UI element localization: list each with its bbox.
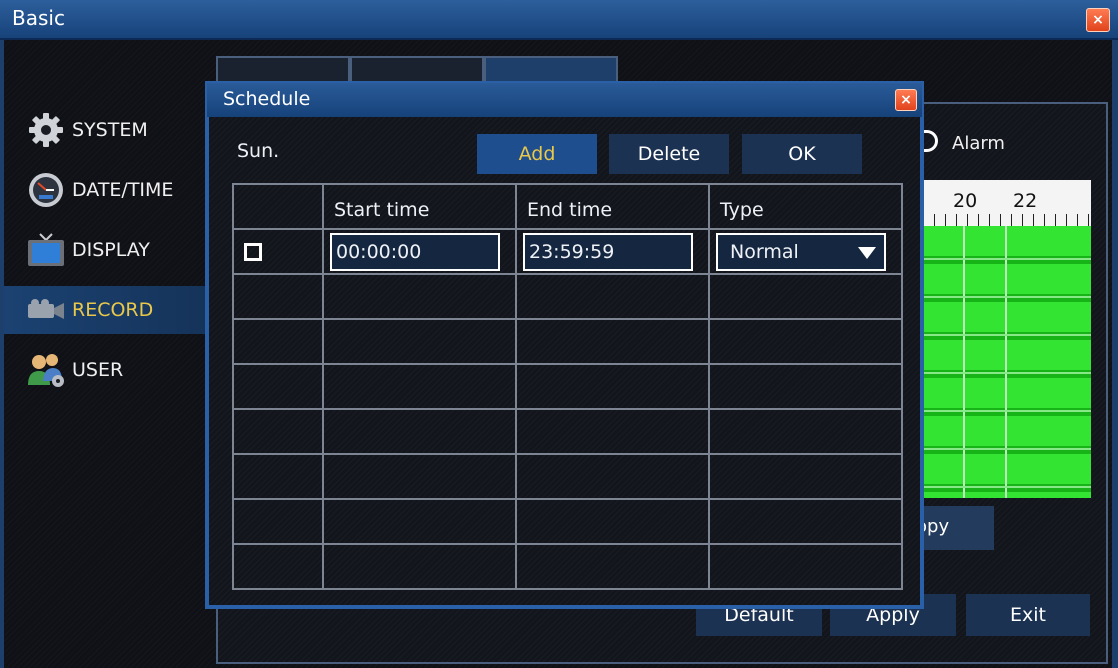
sidebar-item-display[interactable]: DISPLAY — [4, 220, 208, 280]
sidebar-item-label: RECORD — [72, 299, 154, 321]
exit-button[interactable]: Exit — [966, 594, 1090, 636]
table-cell — [515, 543, 710, 590]
chevron-down-icon — [858, 246, 876, 259]
dialog-title: Schedule — [223, 88, 311, 110]
window-close-button[interactable]: × — [1086, 8, 1110, 32]
clock-icon — [24, 170, 68, 210]
table-header: Type — [708, 183, 903, 230]
timeline-tick-label: 22 — [1013, 190, 1038, 212]
table-row — [232, 273, 903, 320]
sidebar-item-label: DATE/TIME — [72, 179, 174, 201]
table-header: Start time — [322, 183, 517, 230]
table-cell — [232, 318, 324, 365]
ok-button[interactable]: OK — [742, 134, 862, 174]
monitor-icon — [24, 230, 68, 270]
table-row — [232, 543, 903, 590]
table-cell — [232, 408, 324, 455]
table-header: End time — [515, 183, 710, 230]
type-select-value: Normal — [730, 240, 799, 263]
table-row — [232, 363, 903, 410]
timeline-tick-label: 20 — [953, 190, 978, 212]
table-cell — [232, 363, 324, 410]
gear-icon — [24, 110, 68, 150]
schedule-table: Start time End time Type 00:00:00 23:59:… — [232, 183, 903, 590]
type-select[interactable]: Normal — [716, 232, 886, 271]
window-frame-right — [1112, 40, 1118, 668]
table-cell — [515, 408, 710, 455]
table-cell — [322, 498, 517, 545]
camera-icon — [24, 290, 68, 330]
table-cell — [708, 363, 903, 410]
table-cell — [515, 453, 710, 500]
dialog-close-button[interactable]: × — [895, 89, 917, 111]
timeline-ruler: 20 22 — [923, 180, 1091, 226]
table-row — [232, 318, 903, 365]
table-cell — [322, 453, 517, 500]
sidebar-item-user[interactable]: USER — [4, 340, 208, 400]
row-checkbox[interactable] — [244, 243, 262, 261]
add-button[interactable]: Add — [477, 134, 597, 174]
sidebar-item-record[interactable]: RECORD — [4, 286, 208, 334]
table-cell — [322, 543, 517, 590]
table-cell — [708, 498, 903, 545]
table-cell: 00:00:00 — [322, 228, 517, 275]
start-time-field[interactable]: 00:00:00 — [330, 232, 500, 271]
schedule-timeline[interactable]: 20 22 — [923, 180, 1091, 498]
table-cell — [232, 228, 324, 275]
table-row — [232, 408, 903, 455]
table-cell — [322, 408, 517, 455]
dialog-titlebar: Schedule × — [207, 83, 922, 117]
table-cell — [232, 498, 324, 545]
table-cell — [515, 273, 710, 320]
users-icon — [24, 350, 68, 390]
table-cell: 23:59:59 — [515, 228, 710, 275]
timeline-ticks — [923, 214, 1091, 226]
sidebar-menu: SYSTEM DATE/TIME DISPLAY RECORD USER — [4, 100, 208, 400]
table-row: 00:00:00 23:59:59 Normal — [232, 228, 903, 275]
sidebar-item-label: USER — [72, 359, 124, 381]
table-cell — [322, 363, 517, 410]
table-cell — [515, 318, 710, 365]
table-cell — [708, 453, 903, 500]
table-cell — [515, 498, 710, 545]
table-cell — [708, 543, 903, 590]
timeline-grid[interactable] — [923, 226, 1091, 498]
table-header-row: Start time End time Type — [232, 183, 903, 230]
window-titlebar: Basic × — [0, 0, 1118, 40]
day-label: Sun. — [237, 140, 280, 162]
table-cell: Normal — [708, 228, 903, 275]
table-cell — [232, 273, 324, 320]
sidebar-item-label: DISPLAY — [72, 239, 150, 261]
table-cell — [515, 363, 710, 410]
table-cell — [232, 543, 324, 590]
table-cell — [708, 318, 903, 365]
copy-button[interactable]: opy — [914, 506, 994, 550]
alarm-label: Alarm — [952, 133, 1005, 154]
end-time-field[interactable]: 23:59:59 — [523, 232, 693, 271]
table-cell — [322, 273, 517, 320]
table-cell — [708, 273, 903, 320]
table-row — [232, 453, 903, 500]
table-header — [232, 183, 324, 230]
table-cell — [322, 318, 517, 365]
sidebar-item-label: SYSTEM — [72, 119, 148, 141]
table-cell — [232, 453, 324, 500]
delete-button[interactable]: Delete — [609, 134, 729, 174]
sidebar-item-datetime[interactable]: DATE/TIME — [4, 160, 208, 220]
sidebar-item-system[interactable]: SYSTEM — [4, 100, 208, 160]
window-title: Basic — [12, 6, 65, 30]
table-cell — [708, 408, 903, 455]
table-row — [232, 498, 903, 545]
